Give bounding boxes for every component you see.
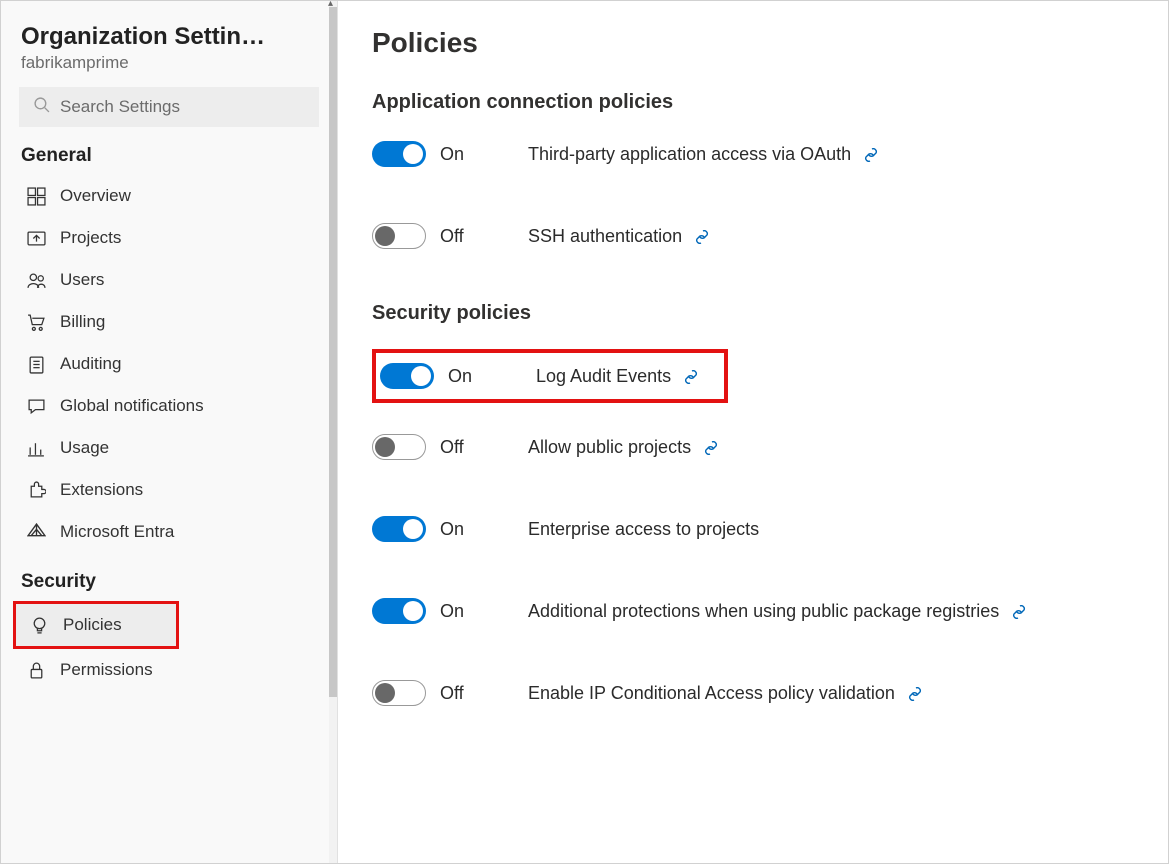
toggle-state: On [440,144,528,165]
link-icon[interactable] [1012,605,1026,619]
toggle-ssh[interactable] [372,223,426,249]
grid-icon [27,187,46,206]
toggle-ip-conditional[interactable] [372,680,426,706]
policy-row-oauth: On Third-party application access via OA… [372,138,1134,170]
toggle-public-projects[interactable] [372,434,426,460]
search-icon [33,96,50,118]
toggle-state: Off [440,226,528,247]
sidebar-item-microsoft-entra[interactable]: Microsoft Entra [13,511,331,553]
policy-row-ip-conditional-access: Off Enable IP Conditional Access policy … [372,677,1134,709]
sidebar-item-projects[interactable]: Projects [13,217,331,259]
main-content: Policies Application connection policies… [338,1,1168,863]
toggle-state: On [440,601,528,622]
chart-icon [27,439,46,458]
clipboard-icon [27,355,46,374]
policy-row-log-audit-events: On Log Audit Events [372,349,728,403]
link-icon[interactable] [684,370,698,384]
nav-label: Usage [60,438,109,458]
sidebar-section-security: Security [21,571,317,593]
scrollbar-thumb[interactable] [329,7,337,697]
users-icon [27,271,46,290]
policy-row-package-registries: On Additional protections when using pub… [372,595,1134,627]
policy-label: Additional protections when using public… [528,601,1026,622]
lock-icon [27,661,46,680]
toggle-package-registries[interactable] [372,598,426,624]
sidebar-section-general: General [21,145,317,167]
nav-label: Users [60,270,104,290]
toggle-state: Off [440,683,528,704]
nav-label: Policies [63,615,122,635]
comment-icon [27,397,46,416]
nav-label: Microsoft Entra [60,522,174,542]
sidebar-item-usage[interactable]: Usage [13,427,331,469]
policy-label: Allow public projects [528,437,718,458]
sidebar-title: Organization Settin… [21,23,317,51]
search-placeholder: Search Settings [60,97,180,117]
group-title-app-connection: Application connection policies [372,91,1134,114]
nav-label: Projects [60,228,121,248]
nav-label: Overview [60,186,131,206]
policy-row-ssh: Off SSH authentication [372,220,1134,252]
link-icon[interactable] [704,441,718,455]
nav-label: Billing [60,312,105,332]
nav-label: Global notifications [60,396,204,416]
page-title: Policies [372,27,1134,59]
policy-row-enterprise-access: On Enterprise access to projects [372,513,1134,545]
cart-icon [27,313,46,332]
sidebar-item-overview[interactable]: Overview [13,175,331,217]
sidebar-org-name: fabrikamprime [21,53,317,73]
nav-label: Extensions [60,480,143,500]
policy-label: SSH authentication [528,226,709,247]
sidebar: ▴ Organization Settin… fabrikamprime Sea… [1,1,338,863]
policy-label: Log Audit Events [536,366,698,387]
toggle-state: Off [440,437,528,458]
sidebar-item-users[interactable]: Users [13,259,331,301]
policy-label: Enable IP Conditional Access policy vali… [528,683,922,704]
bulb-icon [30,616,49,635]
nav-label: Auditing [60,354,121,374]
sidebar-item-permissions[interactable]: Permissions [13,649,331,691]
policy-row-public-projects: Off Allow public projects [372,431,1134,463]
policy-label: Enterprise access to projects [528,519,759,540]
sidebar-item-policies[interactable]: Policies [13,601,179,649]
sidebar-item-extensions[interactable]: Extensions [13,469,331,511]
toggle-log-audit[interactable] [380,363,434,389]
group-title-security-policies: Security policies [372,302,1134,325]
sidebar-item-global-notifications[interactable]: Global notifications [13,385,331,427]
entra-icon [27,523,46,542]
policy-label: Third-party application access via OAuth [528,144,878,165]
toggle-enterprise-access[interactable] [372,516,426,542]
folder-up-icon [27,229,46,248]
sidebar-item-auditing[interactable]: Auditing [13,343,331,385]
link-icon[interactable] [908,687,922,701]
search-input[interactable]: Search Settings [19,87,319,127]
toggle-oauth[interactable] [372,141,426,167]
puzzle-icon [27,481,46,500]
link-icon[interactable] [695,230,709,244]
nav-label: Permissions [60,660,153,680]
sidebar-item-billing[interactable]: Billing [13,301,331,343]
toggle-state: On [440,519,528,540]
toggle-state: On [448,366,536,387]
link-icon[interactable] [864,148,878,162]
scrollbar-track[interactable]: ▴ [329,1,337,863]
